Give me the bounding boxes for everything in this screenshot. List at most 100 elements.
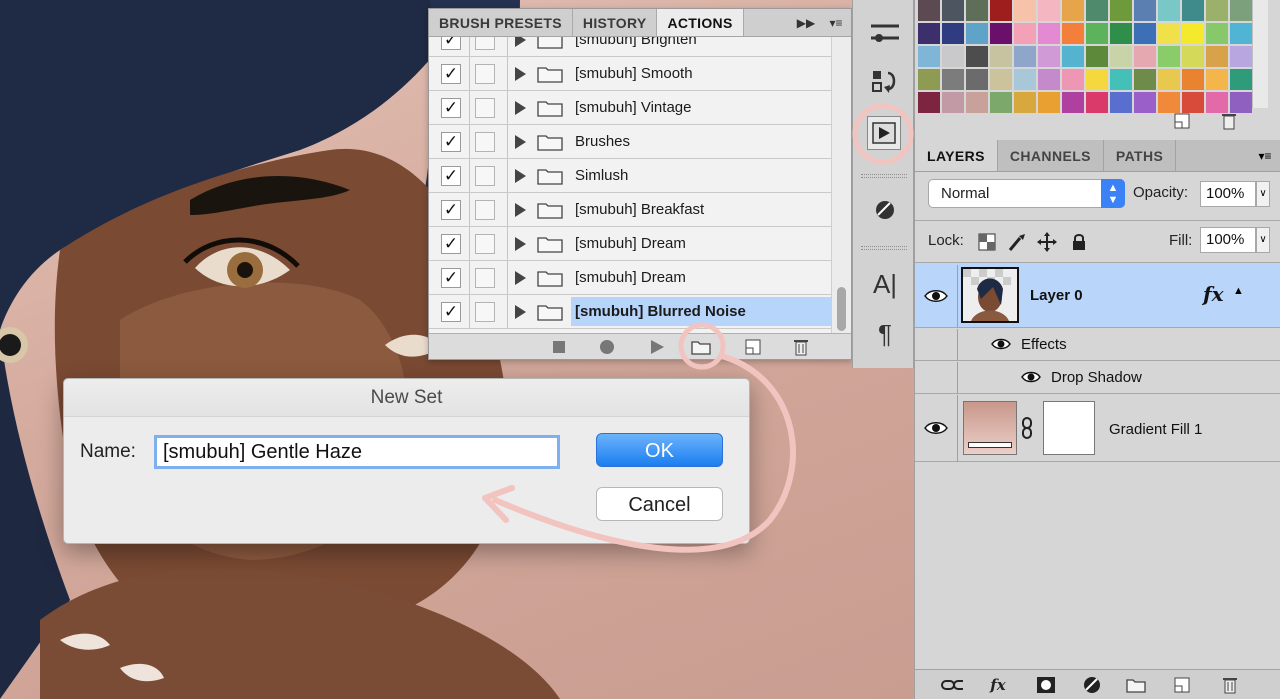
action-set-row[interactable]: ✓ [smubuh] Smooth bbox=[429, 57, 831, 91]
color-swatch[interactable] bbox=[942, 69, 964, 90]
set-name-input[interactable] bbox=[154, 435, 560, 469]
color-swatch[interactable] bbox=[918, 46, 940, 67]
color-swatch[interactable] bbox=[1038, 0, 1060, 21]
tab-layers[interactable]: LAYERS bbox=[915, 140, 998, 171]
color-swatch[interactable] bbox=[1062, 46, 1084, 67]
fill-dropdown-icon[interactable]: ∨ bbox=[1256, 227, 1270, 253]
action-set-name[interactable]: [smubuh] Blurred Noise bbox=[575, 303, 746, 320]
color-swatch[interactable] bbox=[1230, 46, 1252, 67]
toggle-dialog-checkbox[interactable] bbox=[475, 267, 495, 288]
color-swatch[interactable] bbox=[1134, 23, 1156, 44]
color-swatch[interactable] bbox=[990, 46, 1012, 67]
color-swatch[interactable] bbox=[966, 69, 988, 90]
new-layer-icon[interactable] bbox=[1171, 675, 1193, 695]
expand-triangle-icon[interactable] bbox=[515, 37, 526, 47]
action-set-name[interactable]: [smubuh] Vintage bbox=[575, 99, 691, 116]
color-swatch[interactable] bbox=[1134, 46, 1156, 67]
layer-row-gradient-fill[interactable]: Gradient Fill 1 bbox=[915, 395, 1280, 462]
effects-row[interactable]: Effects bbox=[915, 329, 1280, 361]
color-swatch[interactable] bbox=[1062, 69, 1084, 90]
adjustments-icon[interactable] bbox=[869, 194, 901, 226]
tab-brush-presets[interactable]: BRUSH PRESETS bbox=[429, 9, 573, 36]
color-swatch[interactable] bbox=[1134, 69, 1156, 90]
color-swatch[interactable] bbox=[1014, 46, 1036, 67]
action-set-name[interactable]: [smubuh] Brighten bbox=[575, 37, 697, 48]
lock-all-icon[interactable] bbox=[1069, 232, 1089, 252]
color-swatch[interactable] bbox=[1062, 92, 1084, 113]
action-set-row[interactable]: ✓ [smubuh] Dream bbox=[429, 261, 831, 295]
actions-panel-icon[interactable] bbox=[867, 116, 901, 150]
scroll-thumb[interactable] bbox=[837, 287, 846, 331]
fx-badge-icon[interactable]: fx bbox=[1203, 282, 1224, 306]
color-swatch[interactable] bbox=[1086, 92, 1108, 113]
action-set-name[interactable]: [smubuh] Dream bbox=[575, 269, 686, 286]
color-swatch[interactable] bbox=[1110, 46, 1132, 67]
color-swatch[interactable] bbox=[1158, 46, 1180, 67]
chain-link-icon[interactable] bbox=[1021, 417, 1033, 444]
toggle-dialog-checkbox[interactable] bbox=[475, 37, 495, 50]
action-set-row[interactable]: ✓ [smubuh] Blurred Noise bbox=[429, 295, 831, 329]
action-set-row[interactable]: ✓ [smubuh] Breakfast bbox=[429, 193, 831, 227]
toggle-item-checkbox[interactable]: ✓ bbox=[441, 165, 461, 186]
toggle-item-checkbox[interactable]: ✓ bbox=[441, 63, 461, 84]
delete-layer-icon[interactable] bbox=[1219, 675, 1241, 695]
tab-actions[interactable]: ACTIONS bbox=[657, 9, 744, 36]
trash-icon[interactable] bbox=[791, 338, 811, 356]
add-layer-style-icon[interactable]: fx bbox=[987, 675, 1009, 695]
history-icon[interactable] bbox=[869, 66, 901, 98]
brush-settings-icon[interactable] bbox=[869, 16, 901, 48]
cancel-button[interactable]: Cancel bbox=[596, 487, 723, 521]
tab-channels[interactable]: CHANNELS bbox=[998, 140, 1104, 171]
color-swatch[interactable] bbox=[990, 92, 1012, 113]
color-swatch[interactable] bbox=[1158, 92, 1180, 113]
color-swatch[interactable] bbox=[1014, 92, 1036, 113]
drop-shadow-row[interactable]: Drop Shadow bbox=[915, 362, 1280, 394]
expand-triangle-icon[interactable] bbox=[515, 304, 526, 319]
tab-paths[interactable]: PATHS bbox=[1104, 140, 1177, 171]
layer-name[interactable]: Layer 0 bbox=[1030, 287, 1083, 304]
color-swatch[interactable] bbox=[966, 0, 988, 21]
color-swatch[interactable] bbox=[1158, 23, 1180, 44]
visibility-eye-icon[interactable] bbox=[921, 281, 951, 311]
color-swatch[interactable] bbox=[966, 92, 988, 113]
color-swatch[interactable] bbox=[1086, 23, 1108, 44]
strip-grip[interactable] bbox=[861, 246, 907, 250]
collapse-panel-icon[interactable]: ▶▶ bbox=[791, 9, 821, 36]
visibility-eye-icon[interactable] bbox=[921, 413, 951, 443]
color-swatch[interactable] bbox=[1158, 69, 1180, 90]
color-swatch[interactable] bbox=[1182, 23, 1204, 44]
action-set-name[interactable]: [smubuh] Smooth bbox=[575, 65, 693, 82]
color-swatch[interactable] bbox=[1230, 92, 1252, 113]
color-swatch[interactable] bbox=[1110, 69, 1132, 90]
layer-mask-thumbnail[interactable] bbox=[1043, 401, 1095, 455]
expand-triangle-icon[interactable] bbox=[515, 168, 526, 183]
color-swatch[interactable] bbox=[918, 23, 940, 44]
color-swatch[interactable] bbox=[918, 69, 940, 90]
color-swatch[interactable] bbox=[1038, 92, 1060, 113]
color-swatch[interactable] bbox=[942, 92, 964, 113]
lock-position-icon[interactable] bbox=[1037, 232, 1057, 252]
new-set-folder-icon[interactable] bbox=[691, 338, 711, 356]
paragraph-panel-icon[interactable]: ¶ bbox=[869, 318, 901, 350]
color-swatch[interactable] bbox=[1086, 69, 1108, 90]
action-set-name[interactable]: Simlush bbox=[575, 167, 628, 184]
expand-triangle-icon[interactable] bbox=[515, 66, 526, 81]
toggle-item-checkbox[interactable]: ✓ bbox=[441, 267, 461, 288]
color-swatch[interactable] bbox=[1182, 0, 1204, 21]
color-swatch[interactable] bbox=[918, 0, 940, 21]
opacity-input[interactable]: 100% bbox=[1200, 181, 1256, 207]
fill-input[interactable]: 100% bbox=[1200, 227, 1256, 253]
toggle-dialog-checkbox[interactable] bbox=[475, 165, 495, 186]
color-swatch[interactable] bbox=[1014, 0, 1036, 21]
color-swatch[interactable] bbox=[1062, 23, 1084, 44]
layer-name[interactable]: Gradient Fill 1 bbox=[1109, 421, 1202, 438]
color-swatch[interactable] bbox=[1038, 23, 1060, 44]
color-swatch[interactable] bbox=[1206, 92, 1228, 113]
collapse-effects-icon[interactable]: ▲ bbox=[1233, 285, 1244, 297]
expand-triangle-icon[interactable] bbox=[515, 134, 526, 149]
lock-image-pixels-icon[interactable] bbox=[1007, 232, 1027, 252]
opacity-dropdown-icon[interactable]: ∨ bbox=[1256, 181, 1270, 207]
color-swatch[interactable] bbox=[1014, 69, 1036, 90]
color-swatch[interactable] bbox=[1134, 92, 1156, 113]
toggle-item-checkbox[interactable]: ✓ bbox=[441, 199, 461, 220]
